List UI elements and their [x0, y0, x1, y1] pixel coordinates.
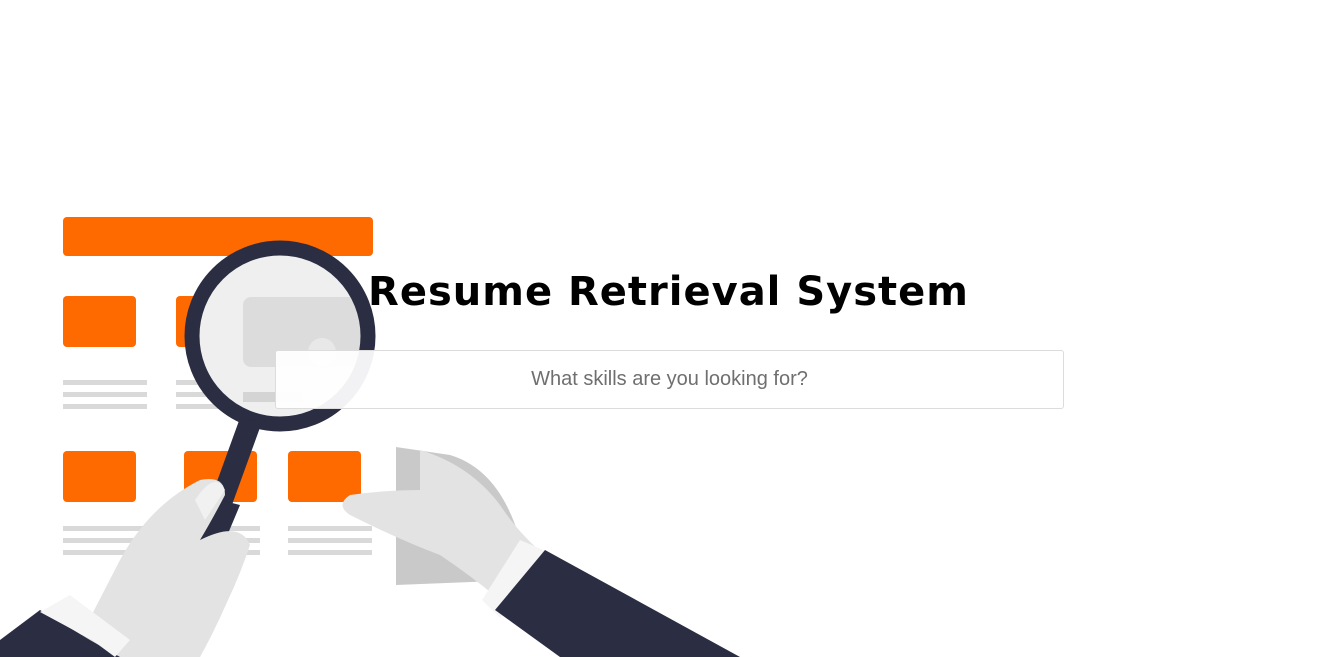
left-hand-graphic — [0, 479, 250, 657]
right-hand-graphic — [342, 447, 740, 657]
page-title: Resume Retrieval System — [368, 269, 969, 315]
resume-search-illustration — [0, 217, 740, 657]
skills-search-input[interactable] — [275, 350, 1064, 409]
page: Resume Retrieval System — [0, 0, 1337, 657]
